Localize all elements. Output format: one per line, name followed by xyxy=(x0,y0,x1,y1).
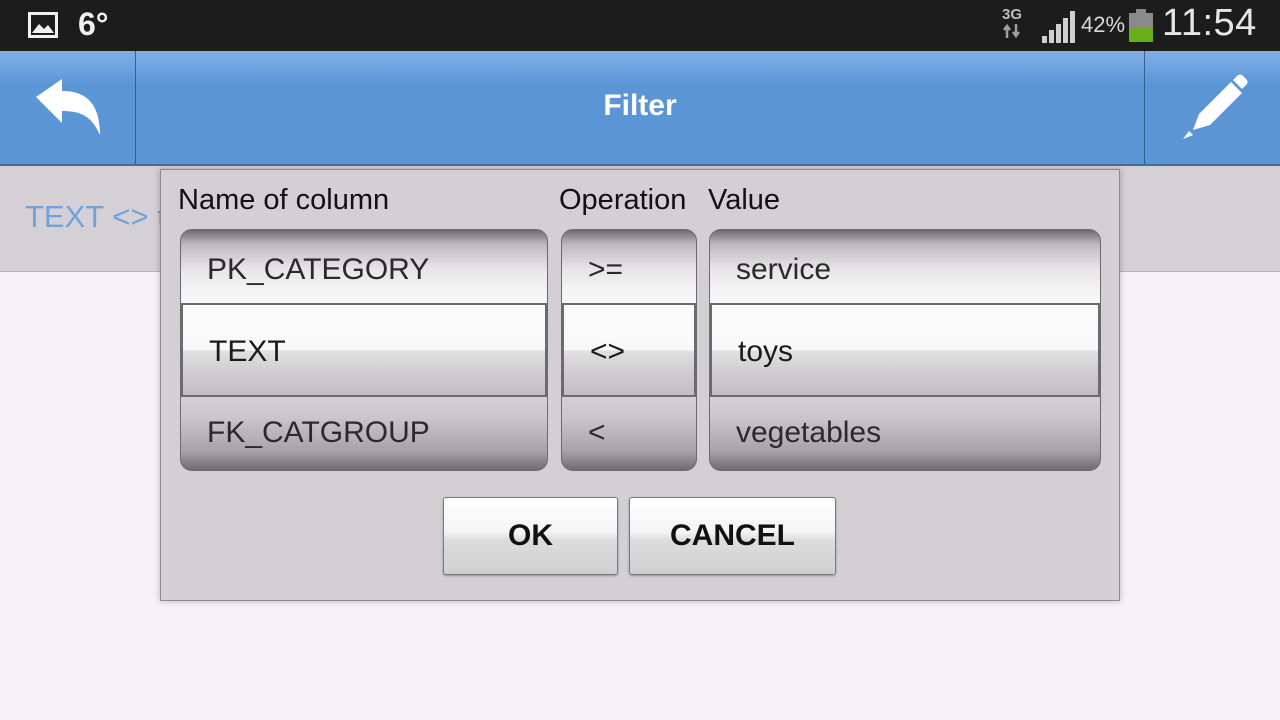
battery-percent: 42% xyxy=(1081,12,1126,37)
gallery-icon xyxy=(28,12,58,38)
column-option-selected[interactable]: TEXT xyxy=(181,303,547,397)
undo-arrow-icon xyxy=(36,79,100,135)
page-title: Filter xyxy=(603,89,677,122)
action-bar: Filter xyxy=(0,51,1280,166)
column-picker[interactable]: PK_CATEGORY TEXT FK_CATGROUP xyxy=(180,229,548,471)
ok-button[interactable]: OK xyxy=(443,497,618,575)
operation-header: Operation xyxy=(559,184,687,216)
value-option[interactable]: vegetables xyxy=(710,393,1100,470)
operation-option[interactable]: >= xyxy=(562,230,696,310)
filter-summary-text[interactable]: TEXT <> t xyxy=(25,199,166,235)
column-option[interactable]: PK_CATEGORY xyxy=(181,230,547,310)
column-option[interactable]: FK_CATGROUP xyxy=(181,393,547,470)
value-option[interactable]: service xyxy=(710,230,1100,310)
clock: 11:54 xyxy=(1162,2,1257,44)
filter-dialog: Name of column Operation Value PK_CATEGO… xyxy=(160,169,1120,601)
value-option-selected[interactable]: toys xyxy=(710,303,1100,397)
cancel-button[interactable]: CANCEL xyxy=(629,497,836,575)
signal-icon xyxy=(1042,11,1075,43)
status-bar: 6° 3G 42% 11:54 xyxy=(0,0,1280,51)
network-type: 3G xyxy=(998,7,1026,43)
weather-temperature: 6° xyxy=(78,6,109,42)
value-header: Value xyxy=(708,184,781,216)
operation-picker[interactable]: >= <> < xyxy=(561,229,697,471)
column-header: Name of column xyxy=(178,184,390,216)
back-button[interactable] xyxy=(0,51,136,164)
value-picker[interactable]: service toys vegetables xyxy=(709,229,1101,471)
battery-icon xyxy=(1129,9,1153,42)
operation-option-selected[interactable]: <> xyxy=(562,303,696,397)
pencil-icon xyxy=(1183,74,1248,139)
edit-button[interactable] xyxy=(1144,51,1280,164)
operation-option[interactable]: < xyxy=(562,393,696,470)
data-arrows-icon xyxy=(1003,23,1020,39)
